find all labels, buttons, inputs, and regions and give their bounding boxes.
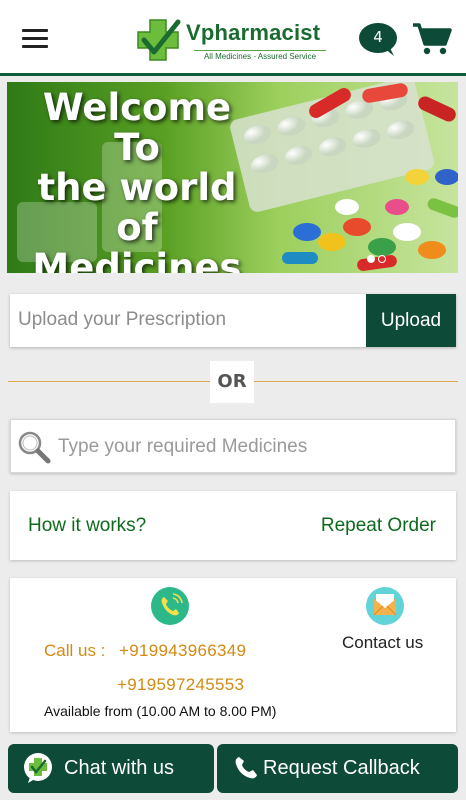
chat-with-us-button[interactable]: Chat with us: [8, 744, 214, 793]
carousel-dot-1[interactable]: [367, 255, 375, 263]
chat-label: Chat with us: [64, 757, 175, 779]
chat-icon: [24, 753, 52, 783]
brand-name: Vpharmacist: [186, 20, 321, 45]
call-icon: [235, 757, 257, 779]
phone-number-2[interactable]: +919597245553: [117, 675, 244, 695]
mail-icon[interactable]: [365, 586, 405, 626]
promo-banner[interactable]: Welcome To the world of Medicines: [7, 82, 458, 273]
cart-icon[interactable]: [412, 22, 452, 56]
carousel-dots: [367, 248, 389, 267]
medicine-search[interactable]: Type your required Medicines: [10, 419, 456, 473]
app-header: Vpharmacist All Medicines - Assured Serv…: [0, 0, 466, 76]
brand-logo[interactable]: Vpharmacist All Medicines - Assured Serv…: [134, 14, 330, 66]
availability-hours: Available from (10.00 AM to 8.00 PM): [44, 703, 277, 719]
contact-us-link[interactable]: Contact us: [342, 633, 423, 653]
how-it-works-link[interactable]: How it works?: [28, 515, 146, 537]
logo-cross-icon: [137, 19, 181, 61]
banner-line-2: To: [114, 126, 160, 169]
cart-count: 4: [373, 28, 383, 46]
banner-line-3: the world of: [37, 166, 237, 249]
or-label: OR: [210, 361, 254, 403]
banner-line-1: Welcome: [42, 86, 232, 129]
carousel-dot-2[interactable]: [378, 255, 386, 263]
phone-icon[interactable]: [151, 587, 189, 625]
prescription-input[interactable]: Upload your Prescription: [18, 309, 226, 331]
request-callback-button[interactable]: Request Callback: [217, 744, 458, 793]
notification-badge[interactable]: 4: [358, 22, 398, 56]
menu-icon[interactable]: [22, 29, 48, 49]
call-us-label: Call us :: [44, 641, 106, 660]
phone-number-1[interactable]: +919943966349: [119, 641, 246, 661]
bottom-action-bar: Chat with us Request Callback: [8, 744, 458, 793]
divider-right: [254, 381, 458, 382]
banner-line-4: Medicines: [32, 246, 242, 274]
search-input[interactable]: Type your required Medicines: [58, 436, 307, 458]
brand-tagline: All Medicines - Assured Service: [194, 50, 326, 61]
banner-headline: Welcome To the world of Medicines: [17, 86, 257, 274]
upload-button[interactable]: Upload: [366, 294, 456, 347]
search-icon: [18, 431, 51, 464]
quick-links: How it works? Repeat Order: [10, 491, 456, 560]
contact-card: Contact us Call us : +919943966349 +9195…: [10, 578, 456, 732]
callback-label: Request Callback: [263, 757, 420, 779]
prescription-upload: Upload your Prescription Upload: [10, 294, 456, 347]
repeat-order-link[interactable]: Repeat Order: [321, 515, 436, 537]
divider-left: [8, 381, 210, 382]
